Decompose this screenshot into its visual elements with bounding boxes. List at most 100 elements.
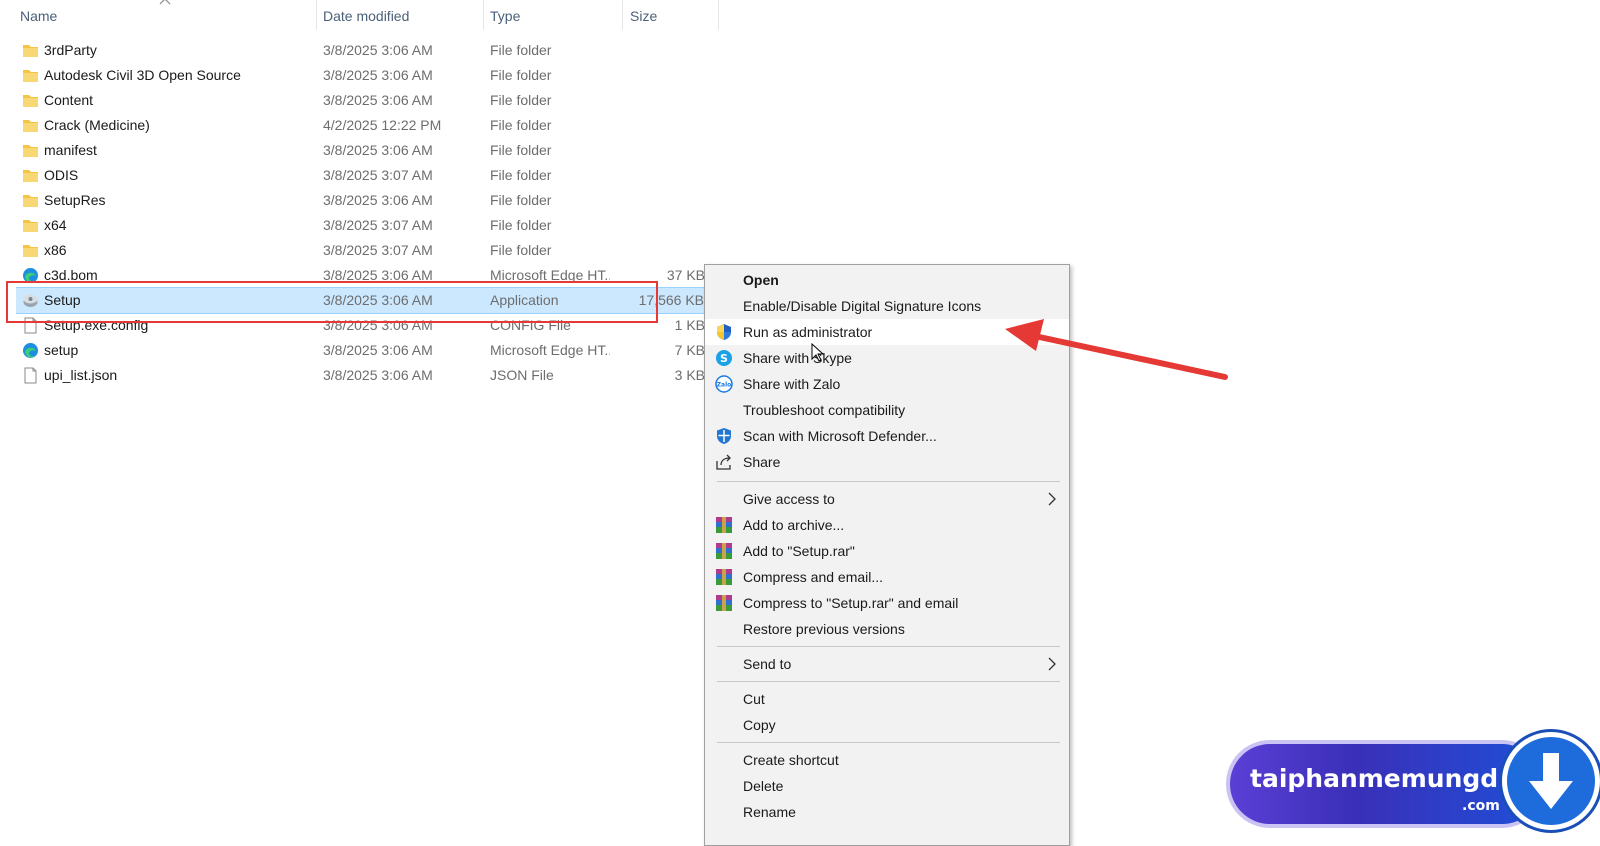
menu-item-label: Troubleshoot compatibility	[743, 402, 906, 418]
menu-item-open[interactable]: Open	[705, 267, 1069, 293]
menu-item-label: Share with Skype	[743, 350, 852, 366]
menu-separator	[717, 646, 1060, 647]
column-divider[interactable]	[622, 0, 623, 30]
winrar-icon	[716, 569, 732, 585]
file-row[interactable]: setup 3/8/2025 3:06 AM Microsoft Edge HT…	[0, 338, 705, 363]
download-badge	[1502, 732, 1600, 830]
file-type: File folder	[490, 142, 552, 158]
chevron-right-icon	[1048, 492, 1056, 506]
folder-icon	[23, 170, 38, 182]
file-row[interactable]: x86 3/8/2025 3:07 AM File folder	[0, 238, 705, 263]
menu-item-label: Scan with Microsoft Defender...	[743, 428, 937, 444]
folder-icon	[23, 220, 38, 232]
file-row[interactable]: 3rdParty 3/8/2025 3:06 AM File folder	[0, 38, 705, 63]
sort-ascending-icon	[159, 0, 171, 5]
menu-item-give-access[interactable]: Give access to	[705, 486, 1069, 512]
menu-item-label: Open	[743, 272, 779, 288]
file-row[interactable]: upi_list.json 3/8/2025 3:06 AM JSON File…	[0, 363, 705, 388]
column-divider[interactable]	[316, 0, 317, 30]
defender-icon	[717, 428, 731, 444]
menu-item-troubleshoot[interactable]: Troubleshoot compatibility	[705, 397, 1069, 423]
folder-icon	[23, 195, 38, 207]
file-type: File folder	[490, 192, 552, 208]
file-date: 3/8/2025 3:07 AM	[323, 242, 433, 258]
file-name: x86	[44, 242, 67, 258]
winrar-icon	[716, 517, 732, 533]
file-row[interactable]: ODIS 3/8/2025 3:07 AM File folder	[0, 163, 705, 188]
menu-item-add-setup-rar[interactable]: Add to "Setup.rar"	[705, 538, 1069, 564]
file-name: SetupRes	[44, 192, 106, 208]
file-date: 3/8/2025 3:07 AM	[323, 217, 433, 233]
file-date: 3/8/2025 3:06 AM	[323, 142, 433, 158]
winrar-icon	[716, 543, 732, 559]
file-date: 3/8/2025 3:06 AM	[323, 342, 433, 358]
zalo-icon: Zalo	[715, 375, 733, 393]
file-date: 3/8/2025 3:06 AM	[323, 92, 433, 108]
menu-item-copy[interactable]: Copy	[705, 712, 1069, 738]
menu-item-scan-defender[interactable]: Scan with Microsoft Defender...	[705, 423, 1069, 449]
folder-icon	[23, 120, 38, 132]
file-row[interactable]: x64 3/8/2025 3:07 AM File folder	[0, 213, 705, 238]
file-date: 3/8/2025 3:06 AM	[323, 367, 433, 383]
file-date: 3/8/2025 3:06 AM	[323, 67, 433, 83]
menu-item-share[interactable]: Share	[705, 449, 1069, 475]
chevron-right-icon	[1048, 657, 1056, 671]
file-type: File folder	[490, 117, 552, 133]
column-date-header[interactable]: Date modified	[323, 8, 409, 24]
menu-item-label: Add to "Setup.rar"	[743, 543, 855, 559]
menu-item-rename[interactable]: Rename	[705, 799, 1069, 825]
file-icon	[24, 367, 37, 384]
file-type: File folder	[490, 217, 552, 233]
menu-item-delete[interactable]: Delete	[705, 773, 1069, 799]
file-row[interactable]: Content 3/8/2025 3:06 AM File folder	[0, 88, 705, 113]
file-name: x64	[44, 217, 67, 233]
menu-item-restore-versions[interactable]: Restore previous versions	[705, 616, 1069, 642]
column-divider[interactable]	[718, 0, 719, 30]
menu-item-label: Create shortcut	[743, 752, 839, 768]
menu-item-compress-email[interactable]: Compress and email...	[705, 564, 1069, 590]
file-row[interactable]: SetupRes 3/8/2025 3:06 AM File folder	[0, 188, 705, 213]
column-type-header[interactable]: Type	[490, 8, 520, 24]
folder-icon	[23, 70, 38, 82]
menu-item-label: Share	[743, 454, 781, 470]
menu-item-label: Restore previous versions	[743, 621, 905, 637]
file-name: Crack (Medicine)	[44, 117, 150, 133]
file-type: JSON File	[490, 367, 554, 383]
file-type: Microsoft Edge HT...	[490, 342, 610, 358]
file-name: 3rdParty	[44, 42, 97, 58]
menu-item-label: Compress to "Setup.rar" and email	[743, 595, 959, 611]
column-name-header[interactable]: Name	[20, 8, 57, 24]
folder-icon	[23, 95, 38, 107]
file-row[interactable]: Crack (Medicine) 4/2/2025 12:22 PM File …	[0, 113, 705, 138]
menu-item-label: Enable/Disable Digital Signature Icons	[743, 298, 982, 314]
folder-icon	[23, 45, 38, 57]
menu-item-cut[interactable]: Cut	[705, 686, 1069, 712]
menu-item-label: Copy	[743, 717, 776, 733]
folder-icon	[23, 145, 38, 157]
file-type: File folder	[490, 92, 552, 108]
file-date: 3/8/2025 3:06 AM	[323, 192, 433, 208]
column-divider[interactable]	[483, 0, 484, 30]
menu-separator	[717, 681, 1060, 682]
download-arrow-icon	[1529, 753, 1573, 809]
file-date: 4/2/2025 12:22 PM	[323, 117, 442, 133]
menu-separator	[717, 481, 1060, 482]
menu-item-add-archive[interactable]: Add to archive...	[705, 512, 1069, 538]
svg-text:Zalo: Zalo	[717, 382, 732, 389]
file-row[interactable]: manifest 3/8/2025 3:06 AM File folder	[0, 138, 705, 163]
menu-item-compress-setup-email[interactable]: Compress to "Setup.rar" and email	[705, 590, 1069, 616]
uac-shield-icon	[717, 324, 731, 340]
menu-item-label: Run as administrator	[743, 324, 873, 340]
folder-icon	[23, 245, 38, 257]
edge-icon	[23, 343, 38, 358]
menu-item-send-to[interactable]: Send to	[705, 651, 1069, 677]
file-name: Content	[44, 92, 94, 108]
column-size-header[interactable]: Size	[630, 8, 657, 24]
menu-item-label: Add to archive...	[743, 517, 845, 533]
file-name: ODIS	[44, 167, 79, 183]
file-size: 3 KB	[674, 367, 705, 383]
menu-item-label: Cut	[743, 691, 765, 707]
menu-item-create-shortcut[interactable]: Create shortcut	[705, 747, 1069, 773]
file-row[interactable]: Autodesk Civil 3D Open Source 3/8/2025 3…	[0, 63, 705, 88]
skype-icon: S	[716, 350, 732, 366]
